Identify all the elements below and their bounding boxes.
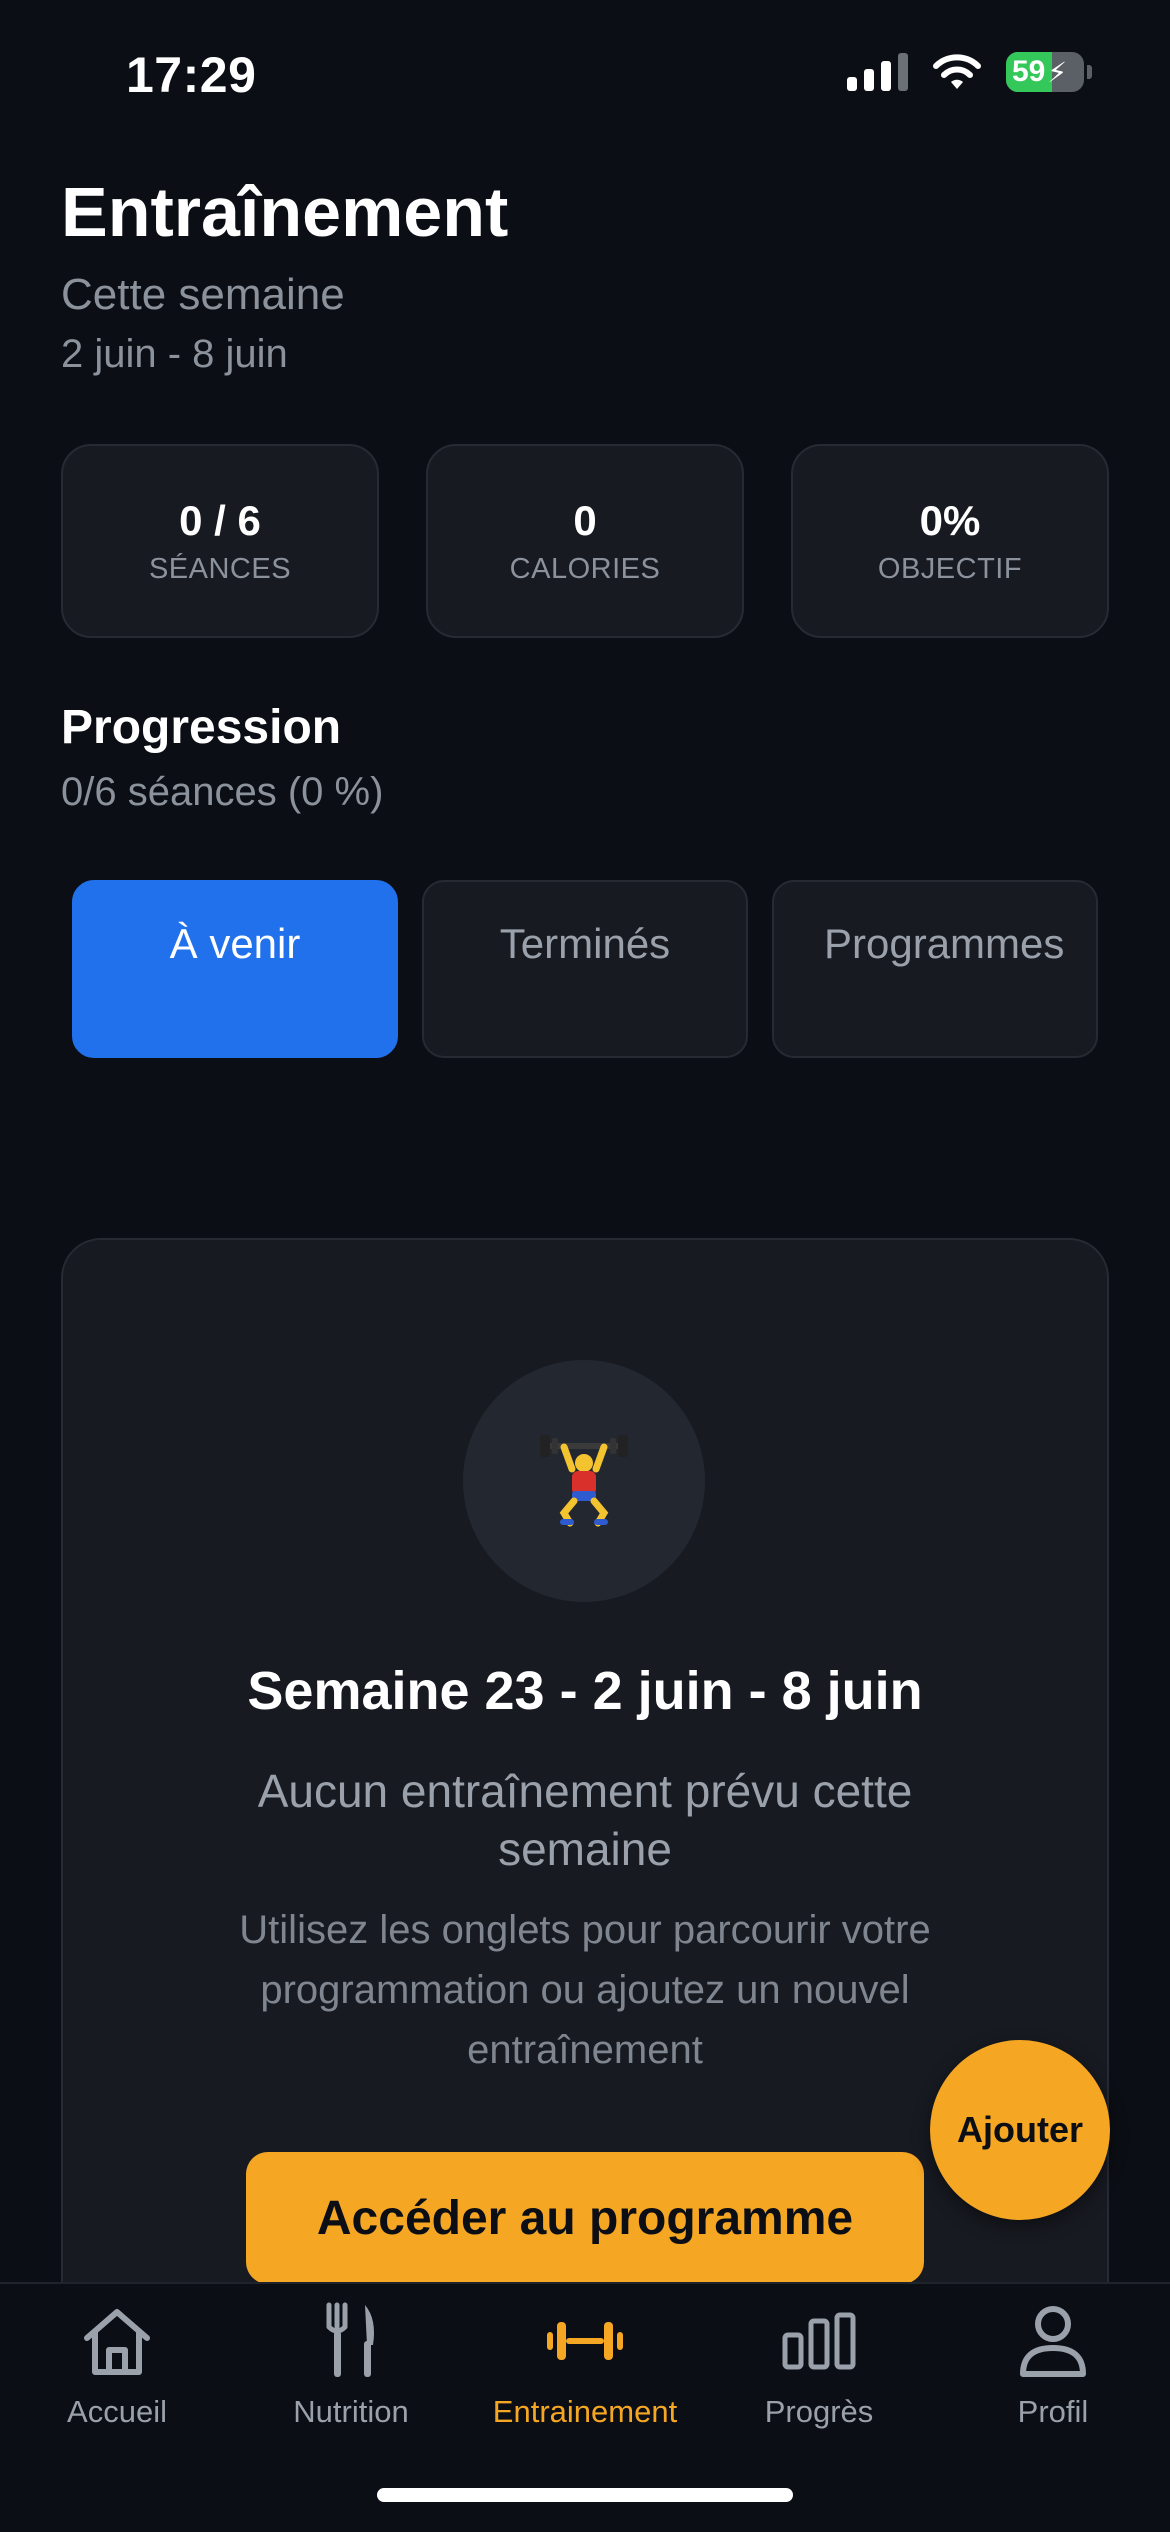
- page-subtitle: Cette semaine: [61, 270, 345, 319]
- stat-value: 0%: [919, 496, 981, 544]
- weightlifter-icon: [540, 1435, 628, 1527]
- week-date-range: 2 juin - 8 juin: [61, 332, 288, 376]
- go-to-program-button[interactable]: Accéder au programme: [246, 2152, 924, 2284]
- stat-value: 0: [573, 496, 597, 544]
- week-title: Semaine 23 - 2 juin - 8 juin: [247, 1661, 923, 1721]
- nav-label: Profil: [1017, 2394, 1089, 2429]
- stat-card-sessions: 0 / 6 SÉANCES: [61, 444, 379, 638]
- progress-subtitle: 0/6 séances (0 %): [61, 770, 384, 814]
- tab-programs[interactable]: Programmes: [772, 880, 1098, 1058]
- stat-card-goal: 0% OBJECTIF: [791, 444, 1109, 638]
- nav-label: Nutrition: [293, 2394, 409, 2429]
- empty-hint: Utilisez les onglets pour parcourir votr…: [239, 1908, 931, 2072]
- nav-label: Accueil: [67, 2394, 167, 2429]
- bar-chart-icon: [782, 2312, 856, 2370]
- wifi-icon: [933, 54, 981, 89]
- status-time: 17:29: [126, 47, 257, 103]
- home-icon: [84, 2309, 150, 2375]
- tab-completed[interactable]: Terminés: [422, 880, 748, 1058]
- dumbbell-icon: [547, 2322, 623, 2360]
- nav-item-training[interactable]: Entrainement: [468, 2300, 702, 2430]
- stat-label: CALORIES: [509, 552, 661, 585]
- status-icons: 59 ⚡: [847, 52, 1092, 92]
- nav-item-progress[interactable]: Progrès: [702, 2300, 936, 2430]
- nav-label: Progrès: [764, 2394, 874, 2429]
- progress-title: Progression: [61, 701, 342, 754]
- screen: 17:29 59 ⚡ Entraînement Cette semaine 2 …: [0, 0, 1170, 2532]
- nav-item-profile[interactable]: Profil: [936, 2300, 1170, 2430]
- stat-value: 0 / 6: [179, 496, 261, 544]
- battery-level: 59: [1012, 55, 1046, 88]
- fork-knife-icon: [326, 2302, 374, 2377]
- nav-item-home[interactable]: Accueil: [0, 2300, 234, 2430]
- page-title: Entraînement: [61, 173, 509, 251]
- nav-label: Entrainement: [492, 2394, 678, 2429]
- nav-item-nutrition[interactable]: Nutrition: [234, 2300, 468, 2430]
- add-workout-fab[interactable]: Ajouter: [930, 2040, 1110, 2220]
- stat-label: OBJECTIF: [877, 552, 1023, 585]
- cellular-signal-icon: [847, 53, 908, 91]
- tab-upcoming[interactable]: À venir: [72, 880, 398, 1058]
- stat-label: SÉANCES: [148, 552, 292, 585]
- empty-message: Aucun entraînement prévu cette semaine: [257, 1765, 913, 1875]
- stat-card-calories: 0 CALORIES: [426, 444, 744, 638]
- charging-bolt-icon: ⚡: [1047, 56, 1068, 88]
- battery-icon: 59 ⚡: [1006, 52, 1084, 92]
- home-indicator[interactable]: [377, 2488, 793, 2502]
- person-icon: [1020, 2306, 1086, 2377]
- weightlifter-icon-circle: [463, 1360, 705, 1602]
